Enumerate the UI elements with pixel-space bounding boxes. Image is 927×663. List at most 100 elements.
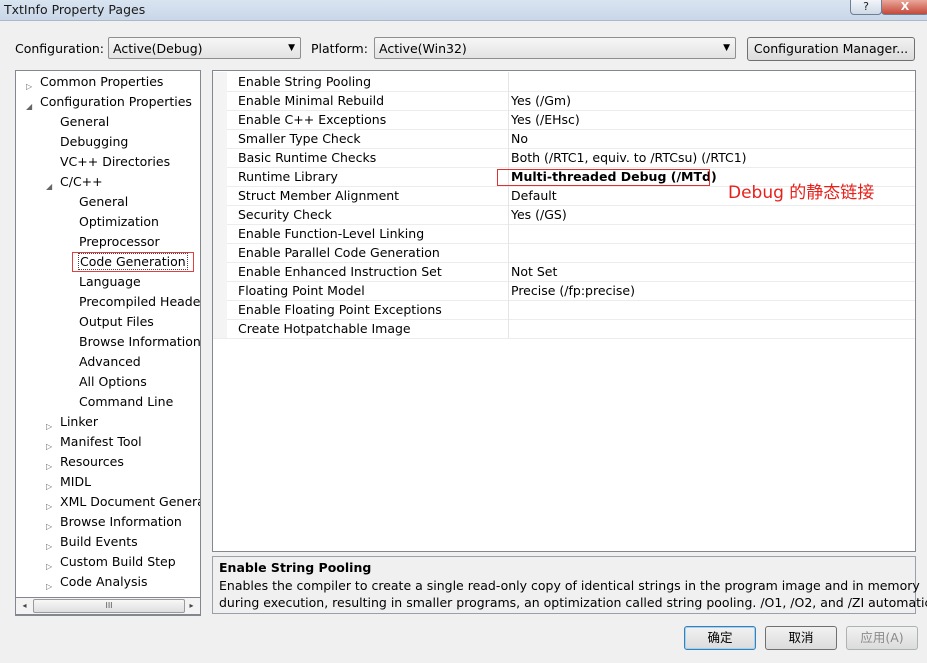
property-name: Enable Minimal Rebuild: [238, 93, 385, 108]
property-row[interactable]: Enable Parallel Code Generation: [213, 243, 915, 263]
configuration-manager-button[interactable]: Configuration Manager...: [747, 37, 915, 61]
column-divider: [508, 281, 509, 300]
tree-item-label: Language: [79, 274, 141, 289]
tree-item[interactable]: ▷ Linker: [16, 413, 200, 431]
chevron-down-icon: ▼: [723, 43, 730, 53]
property-value[interactable]: Precise (/fp:precise): [511, 283, 635, 298]
property-value[interactable]: Yes (/Gm): [511, 93, 571, 108]
tree-item[interactable]: ▷ Browse Information: [16, 513, 200, 531]
description-line-1: Enables the compiler to create a single …: [219, 578, 920, 593]
tree-item[interactable]: ◢ C/C++: [16, 173, 200, 191]
description-panel: Enable String Pooling Enables the compil…: [212, 556, 927, 614]
property-value[interactable]: Yes (/EHsc): [511, 112, 580, 127]
property-tree[interactable]: ▷ Common Properties ◢ Configuration Propert…: [15, 70, 201, 616]
property-value[interactable]: Both (/RTC1, equiv. to /RTCsu) (/RTC1): [511, 150, 747, 165]
tree-item[interactable]: ◢ Configuration Properties: [16, 93, 200, 111]
tree-item[interactable]: VC++ Directories: [16, 153, 200, 171]
tree-item[interactable]: ▷ Resources: [16, 453, 200, 471]
ok-button[interactable]: 确定: [684, 626, 756, 650]
tree-item[interactable]: Code Generation: [16, 252, 200, 272]
tree-item-label: Output Files: [79, 314, 154, 329]
tree-item-label: General: [60, 114, 110, 129]
property-row[interactable]: Floating Point Model Precise (/fp:precise…: [213, 281, 915, 301]
tree-item[interactable]: Output Files: [16, 313, 200, 331]
property-row[interactable]: Enable C++ Exceptions Yes (/EHsc): [213, 110, 915, 130]
close-button[interactable]: X: [881, 0, 927, 15]
help-button[interactable]: ?: [850, 0, 882, 15]
property-value[interactable]: No: [511, 131, 528, 146]
window-title: TxtInfo Property Pages: [4, 2, 146, 17]
property-value[interactable]: Yes (/GS): [511, 207, 567, 222]
tree-item[interactable]: ▷ Custom Build Step: [16, 553, 200, 571]
tree-item[interactable]: General: [16, 113, 200, 131]
runtime-library-highlight-box: [497, 169, 710, 186]
annotation-text: Debug 的静态链接: [728, 183, 875, 203]
tree-item[interactable]: Preprocessor: [16, 233, 200, 251]
tree-item[interactable]: Command Line: [16, 393, 200, 411]
column-divider: [508, 205, 509, 224]
selected-item-focus: Code Generation: [78, 253, 188, 270]
property-name: Runtime Library: [238, 169, 338, 184]
tree-item[interactable]: Debugging: [16, 133, 200, 151]
property-row[interactable]: Create Hotpatchable Image: [213, 319, 915, 339]
tree-item[interactable]: ▷ MIDL: [16, 473, 200, 491]
description-line-2: during execution, resulting in smaller p…: [219, 595, 927, 610]
property-row[interactable]: Enable Function-Level Linking: [213, 224, 915, 244]
property-row[interactable]: Basic Runtime Checks Both (/RTC1, equiv. …: [213, 148, 915, 168]
configuration-label: Configuration:: [15, 41, 104, 56]
tree-item-label: Configuration Properties: [40, 94, 192, 109]
scroll-thumb[interactable]: III: [33, 599, 185, 613]
tree-item[interactable]: ▷ Manifest Tool: [16, 433, 200, 451]
tree-item[interactable]: General: [16, 193, 200, 211]
cancel-button[interactable]: 取消: [765, 626, 837, 650]
row-gutter: [213, 110, 227, 129]
tree-item-label: Linker: [60, 414, 98, 429]
property-row[interactable]: Security Check Yes (/GS): [213, 205, 915, 225]
tree-item-label: Resources: [60, 454, 124, 469]
tree-item[interactable]: ▷ Build Events: [16, 533, 200, 551]
tree-item[interactable]: Precompiled Header: [16, 293, 200, 311]
tree-item[interactable]: Language: [16, 273, 200, 291]
tree-item[interactable]: Advanced: [16, 353, 200, 371]
column-divider: [508, 319, 509, 338]
row-gutter: [213, 319, 227, 338]
platform-dropdown[interactable]: Active(Win32) ▼: [374, 37, 736, 59]
scroll-left-icon[interactable]: ◂: [17, 599, 32, 613]
tree-item-label: C/C++: [60, 174, 103, 189]
column-divider: [508, 91, 509, 110]
collapsed-arrow-icon[interactable]: ▷: [46, 578, 52, 596]
property-grid[interactable]: Enable String Pooling Enable Minimal Rebu…: [212, 70, 916, 552]
property-row[interactable]: Enable Enhanced Instruction Set Not Set: [213, 262, 915, 282]
property-name: Enable Parallel Code Generation: [238, 245, 440, 260]
tree-item-label: Browse Information: [60, 514, 182, 529]
row-gutter: [213, 72, 227, 91]
tree-item-label: Advanced: [79, 354, 141, 369]
property-name: Security Check: [238, 207, 332, 222]
tree-item-label: Code Analysis: [60, 574, 148, 589]
row-gutter: [213, 300, 227, 319]
property-row[interactable]: Enable Minimal Rebuild Yes (/Gm): [213, 91, 915, 111]
tree-horizontal-scrollbar[interactable]: ◂ III ▸: [15, 597, 201, 615]
configuration-dropdown[interactable]: Active(Debug) ▼: [108, 37, 301, 59]
tree-item[interactable]: Browse Information: [16, 333, 200, 351]
apply-button[interactable]: 应用(A): [846, 626, 918, 650]
row-gutter: [213, 129, 227, 148]
property-row[interactable]: Enable String Pooling: [213, 72, 915, 92]
tree-item[interactable]: All Options: [16, 373, 200, 391]
tree-item-label: Manifest Tool: [60, 434, 142, 449]
property-value[interactable]: Not Set: [511, 264, 557, 279]
column-divider: [508, 300, 509, 319]
tree-item[interactable]: Optimization: [16, 213, 200, 231]
property-row[interactable]: Smaller Type Check No: [213, 129, 915, 149]
tree-item-label: Preprocessor: [79, 234, 160, 249]
description-title: Enable String Pooling: [219, 560, 372, 575]
tree-item[interactable]: ▷ Common Properties: [16, 73, 200, 91]
tree-item[interactable]: ▷ Code Analysis: [16, 573, 200, 591]
property-row[interactable]: Enable Floating Point Exceptions: [213, 300, 915, 320]
scroll-right-icon[interactable]: ▸: [184, 599, 199, 613]
tree-item-label: Custom Build Step: [60, 554, 176, 569]
row-gutter: [213, 205, 227, 224]
tree-item[interactable]: ▷ XML Document Generat: [16, 493, 200, 511]
title-bar: TxtInfo Property Pages ? X: [0, 0, 927, 21]
property-value[interactable]: Default: [511, 188, 557, 203]
